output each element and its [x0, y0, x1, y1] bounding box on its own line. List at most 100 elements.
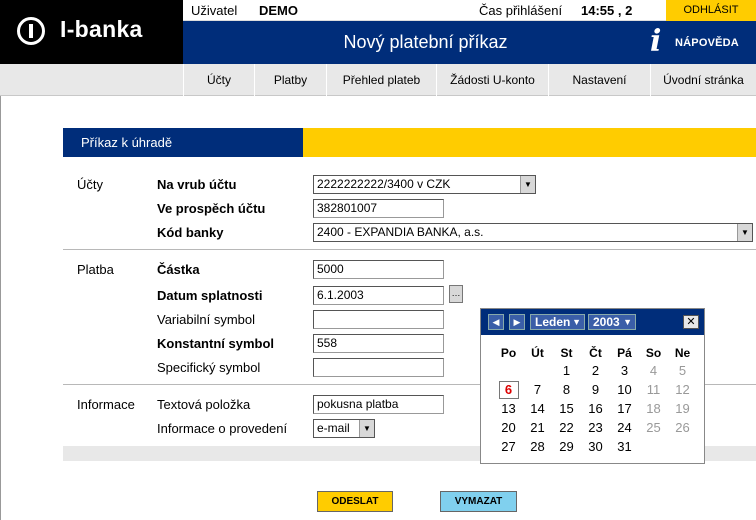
calendar-day[interactable]: 7: [523, 381, 552, 399]
nav-item-payment-overview[interactable]: Přehled plateb: [326, 64, 436, 96]
bank-code-select[interactable]: 2400 - EXPANDIA BANKA, a.s. ▼: [313, 223, 753, 242]
year-select[interactable]: 2003 ▼: [588, 314, 636, 330]
nav-item-settings[interactable]: Nastavení: [548, 64, 650, 96]
due-date-label: Datum splatnosti: [157, 288, 263, 303]
calendar-day[interactable]: 14: [523, 400, 552, 418]
calendar-day[interactable]: 19: [668, 400, 697, 418]
amount-input[interactable]: 5000: [313, 260, 444, 279]
calendar-day[interactable]: 17: [610, 400, 639, 418]
calendar-day[interactable]: 11: [639, 381, 668, 399]
chevron-down-icon: ▼: [623, 317, 632, 327]
debit-account-select[interactable]: 2222222222/3400 v CZK ▼: [313, 175, 536, 194]
weekday-header: Pá: [617, 346, 632, 360]
calendar-day[interactable]: 18: [639, 400, 668, 418]
calendar-day[interactable]: 5: [668, 362, 697, 380]
logo-text: I-banka: [60, 16, 143, 42]
calendar-day[interactable]: 16: [581, 400, 610, 418]
variable-symbol-label: Variabilní symbol: [157, 312, 256, 327]
calendar-day[interactable]: 29: [552, 438, 581, 456]
calendar-day[interactable]: 22: [552, 419, 581, 437]
calendar-day[interactable]: 31: [610, 438, 639, 456]
chevron-down-icon: ▼: [520, 176, 535, 193]
text-item-input[interactable]: pokusna platba: [313, 395, 444, 414]
calendar-day[interactable]: 28: [523, 438, 552, 456]
section-label-info: Informace: [77, 397, 135, 412]
date-picker: ◀ ▶ Leden ▼ 2003 ▼ ✕ Po Út St Čt Pá So Ne 1 2 3 4 5 6 7…: [480, 308, 705, 464]
calendar-day[interactable]: 26: [668, 419, 697, 437]
calendar-day[interactable]: 27: [494, 438, 523, 456]
calendar-day[interactable]: 21: [523, 419, 552, 437]
next-month-button[interactable]: ▶: [509, 314, 525, 330]
chevron-down-icon: ▼: [572, 317, 581, 327]
due-date-input[interactable]: 6.1.2003: [313, 286, 444, 305]
credit-account-label: Ve prospěch účtu: [157, 201, 266, 216]
nav-item-home[interactable]: Úvodní stránka: [650, 64, 756, 96]
bank-code-label: Kód banky: [157, 225, 224, 240]
weekday-header: Čt: [589, 346, 602, 360]
calendar-day[interactable]: 23: [581, 419, 610, 437]
calendar-day[interactable]: 30: [581, 438, 610, 456]
prev-month-button[interactable]: ◀: [488, 314, 504, 330]
calendar-icon[interactable]: …: [449, 285, 463, 303]
title-bar: Nový platební příkaz i NÁPOVĚDA: [183, 21, 756, 64]
send-button[interactable]: ODESLAT: [317, 491, 393, 512]
calendar-day[interactable]: 3: [610, 362, 639, 380]
calendar-day[interactable]: 9: [581, 381, 610, 399]
user-bar: Uživatel DEMO Čas přihlášení 14:55 , 2 O…: [183, 0, 756, 21]
execution-info-label: Informace o provedení: [157, 421, 288, 436]
app-logo: I-banka: [0, 0, 183, 64]
credit-account-input[interactable]: 382801007: [313, 199, 444, 218]
chevron-down-icon: ▼: [359, 420, 374, 437]
calendar-day[interactable]: 24: [610, 419, 639, 437]
calendar-day[interactable]: 6: [494, 381, 523, 399]
nav-item-accounts[interactable]: Účty: [183, 64, 254, 96]
weekday-header: So: [645, 346, 662, 360]
weekday-header: St: [560, 346, 573, 360]
calendar-day[interactable]: 12: [668, 381, 697, 399]
constant-symbol-input[interactable]: 558: [313, 334, 444, 353]
execution-info-select[interactable]: e-mail ▼: [313, 419, 375, 438]
variable-symbol-input[interactable]: [313, 310, 444, 329]
selected-day-label: 6: [498, 381, 519, 399]
month-select[interactable]: Leden ▼: [530, 314, 585, 330]
calendar-day[interactable]: 2: [581, 362, 610, 380]
date-picker-header: ◀ ▶ Leden ▼ 2003 ▼ ✕: [481, 309, 704, 335]
amount-label: Částka: [157, 262, 200, 277]
calendar-day[interactable]: 20: [494, 419, 523, 437]
text-item-label: Textová položka: [157, 397, 251, 412]
help-link[interactable]: NÁPOVĚDA: [675, 37, 739, 49]
left-divider: [0, 96, 1, 520]
nav-item-payments[interactable]: Platby: [254, 64, 326, 96]
calendar-day[interactable]: 13: [494, 400, 523, 418]
calendar-day[interactable]: 1: [552, 362, 581, 380]
weekday-header: Út: [531, 346, 544, 360]
login-time-label: Čas přihlášení: [479, 3, 563, 18]
user-label: Uživatel: [191, 3, 238, 18]
nav-item-ukonto-requests[interactable]: Žádosti U-konto: [436, 64, 548, 96]
info-icon[interactable]: i: [650, 27, 666, 57]
main-nav: Účty Platby Přehled plateb Žádosti U-kon…: [0, 64, 756, 96]
calendar-day[interactable]: 15: [552, 400, 581, 418]
login-time: 14:55 , 2: [581, 3, 633, 18]
form-title: Příkaz k úhradě: [81, 135, 173, 150]
chevron-down-icon: ▼: [737, 224, 752, 241]
debit-account-label: Na vrub účtu: [157, 177, 237, 192]
close-icon[interactable]: ✕: [683, 315, 699, 329]
clear-button[interactable]: VYMAZAT: [440, 491, 517, 512]
calendar-day[interactable]: 10: [610, 381, 639, 399]
power-icon: [17, 17, 45, 45]
calendar-day[interactable]: 25: [639, 419, 668, 437]
weekday-header: Ne: [674, 346, 691, 360]
specific-symbol-label: Specifický symbol: [157, 360, 261, 375]
section-divider: [63, 249, 756, 250]
logout-button[interactable]: ODHLÁSIT: [666, 0, 756, 21]
section-label-payment: Platba: [77, 262, 114, 277]
calendar-day[interactable]: 8: [552, 381, 581, 399]
constant-symbol-label: Konstantní symbol: [157, 336, 275, 351]
form-header: Příkaz k úhradě: [63, 128, 756, 157]
user-name: DEMO: [259, 3, 298, 18]
calendar-day[interactable]: 4: [639, 362, 668, 380]
page-title: Nový platební příkaz: [343, 32, 508, 52]
specific-symbol-input[interactable]: [313, 358, 444, 377]
section-label-accounts: Účty: [77, 177, 103, 192]
